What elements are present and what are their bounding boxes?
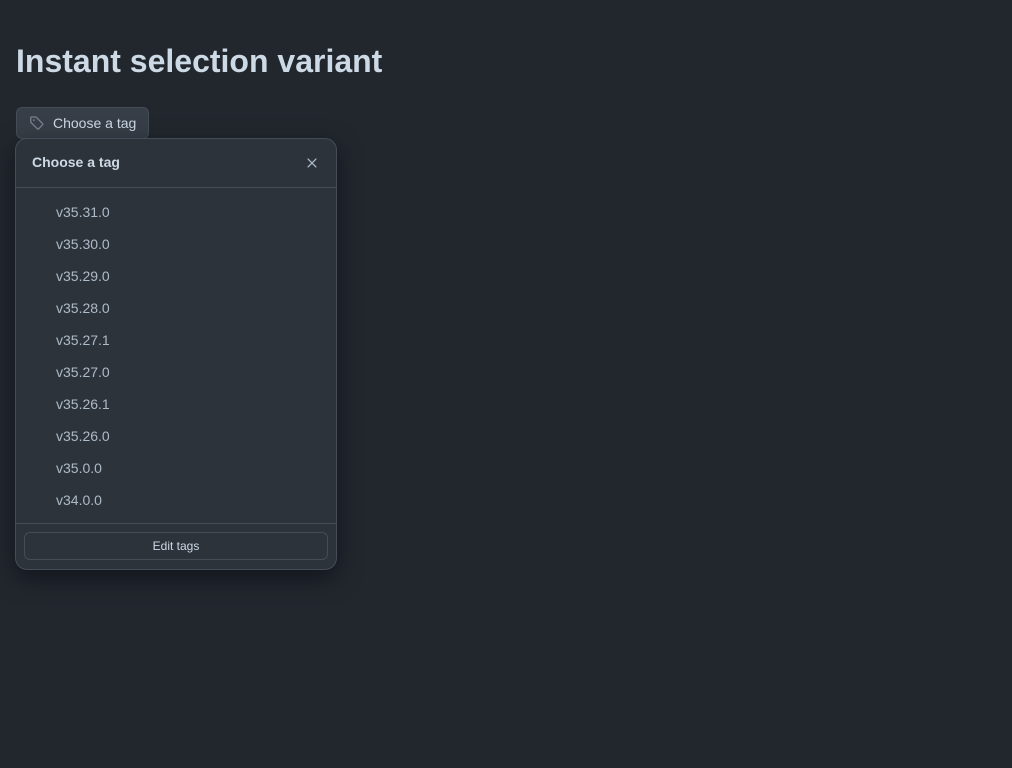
tag-option[interactable]: v35.28.0 — [16, 292, 336, 324]
tag-option[interactable]: v34.0.0 — [16, 484, 336, 516]
choose-tag-button-label: Choose a tag — [53, 115, 137, 131]
tag-option[interactable]: v35.31.0 — [16, 196, 336, 228]
tag-option[interactable]: v35.0.0 — [16, 452, 336, 484]
tag-option[interactable]: v35.29.0 — [16, 260, 336, 292]
close-icon — [307, 158, 317, 168]
tag-option[interactable]: v35.27.0 — [16, 356, 336, 388]
tag-icon — [29, 115, 45, 131]
tag-option[interactable]: v35.27.1 — [16, 324, 336, 356]
tag-option[interactable]: v35.26.0 — [16, 420, 336, 452]
edit-tags-button[interactable]: Edit tags — [24, 532, 328, 560]
panel-footer: Edit tags — [16, 523, 336, 569]
close-button[interactable] — [300, 151, 324, 175]
tag-option[interactable]: v35.26.1 — [16, 388, 336, 420]
tag-option[interactable]: v35.30.0 — [16, 228, 336, 260]
page-title: Instant selection variant — [16, 43, 383, 79]
panel-title: Choose a tag — [32, 154, 120, 170]
tag-list: v35.31.0 v35.30.0 v35.29.0 v35.28.0 v35.… — [16, 188, 336, 524]
tag-selection-panel: Choose a tag v35.31.0 v35.30.0 v35.29.0 … — [15, 138, 337, 570]
panel-header: Choose a tag — [16, 139, 336, 188]
choose-tag-button[interactable]: Choose a tag — [16, 107, 150, 139]
